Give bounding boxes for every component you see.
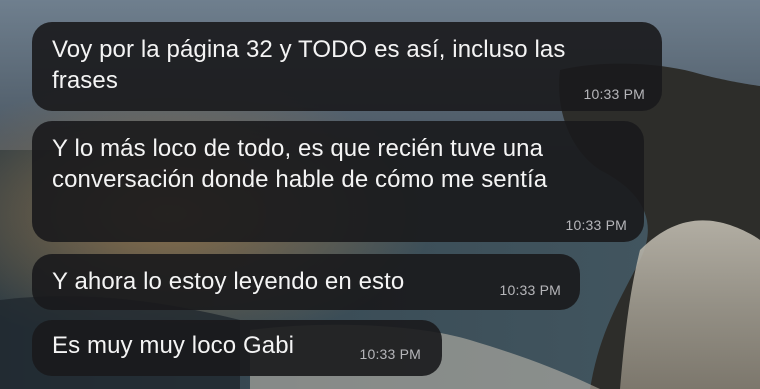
message-text: Y lo más loco de todo, es que recién tuv…	[52, 135, 548, 193]
message-text: Y ahora lo estoy leyendo en esto	[52, 268, 405, 295]
message-timestamp: 10:33 PM	[499, 282, 561, 298]
message-text: Voy por la página 32 y TODO es así, incl…	[52, 36, 566, 94]
message-bubble[interactable]: Es muy muy loco Gabi 10:33 PM	[32, 320, 442, 376]
message-timestamp: 10:33 PM	[359, 346, 421, 362]
message-timestamp: 10:33 PM	[583, 86, 645, 102]
message-bubble[interactable]: Voy por la página 32 y TODO es así, incl…	[32, 22, 662, 111]
message-bubble[interactable]: Y ahora lo estoy leyendo en esto 10:33 P…	[32, 254, 580, 310]
message-bubble[interactable]: Y lo más loco de todo, es que recién tuv…	[32, 121, 644, 242]
message-timestamp: 10:33 PM	[565, 217, 627, 233]
